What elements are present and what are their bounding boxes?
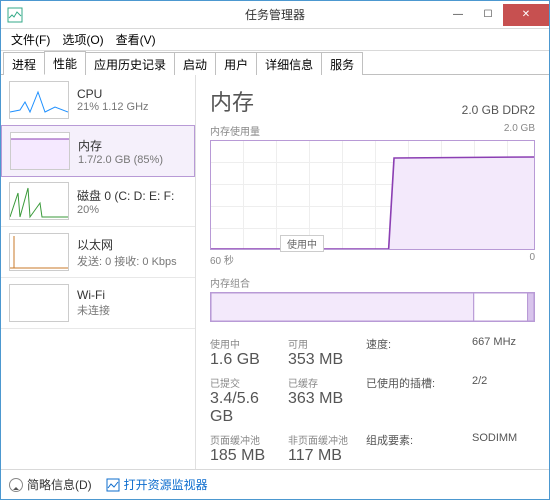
- tab-users[interactable]: 用户: [215, 52, 257, 75]
- tab-startup[interactable]: 启动: [174, 52, 216, 75]
- stat-commit-label: 已提交: [210, 375, 280, 390]
- stat-paged-value: 185 MB: [210, 447, 280, 465]
- content: CPU21% 1.12 GHz 内存1.7/2.0 GB (85%) 磁盘 0 …: [1, 75, 549, 469]
- ethernet-sub: 发送: 0 接收: 0 Kbps: [77, 253, 187, 269]
- cpu-sub: 21% 1.12 GHz: [77, 101, 187, 113]
- cpu-thumb-icon: [9, 81, 69, 119]
- main-panel: 内存 2.0 GB DDR2 内存使用量 2.0 GB 60 秒 使用中 0 内存…: [196, 75, 549, 469]
- stat-speed-value: 667 MHz: [472, 336, 535, 369]
- stat-inuse-label: 使用中: [210, 336, 280, 351]
- monitor-icon: [106, 478, 120, 492]
- usage-max: 2.0 GB: [504, 123, 535, 138]
- titlebar: 任务管理器 — ☐ ✕: [1, 1, 549, 29]
- close-button[interactable]: ✕: [503, 4, 549, 26]
- app-icon: [7, 7, 23, 23]
- window-buttons: — ☐ ✕: [443, 4, 549, 26]
- stat-speed-label: 速度:: [366, 336, 464, 369]
- stat-nonpaged-value: 117 MB: [288, 447, 358, 465]
- tab-performance[interactable]: 性能: [44, 51, 86, 75]
- stat-slots-value: 2/2: [472, 375, 535, 426]
- memory-composition-chart: [210, 292, 535, 322]
- stat-inuse-value: 1.6 GB: [210, 351, 280, 369]
- stat-commit-value: 3.4/5.6 GB: [210, 390, 280, 426]
- disk-thumb-icon: [9, 182, 69, 220]
- sidebar-item-ethernet[interactable]: 以太网发送: 0 接收: 0 Kbps: [1, 227, 195, 278]
- tab-services[interactable]: 服务: [321, 52, 363, 75]
- sidebar-item-disk[interactable]: 磁盘 0 (C: D: E: F:20%: [1, 176, 195, 227]
- wifi-thumb-icon: [9, 284, 69, 322]
- menu-options[interactable]: 选项(O): [56, 29, 109, 50]
- axis-right: 0: [529, 252, 535, 267]
- memory-sub: 1.7/2.0 GB (85%): [78, 154, 186, 166]
- disk-sub: 20%: [77, 204, 187, 216]
- stat-avail-label: 可用: [288, 336, 358, 351]
- menu-file[interactable]: 文件(F): [5, 29, 56, 50]
- resource-monitor-label: 打开资源监视器: [124, 476, 208, 493]
- ethernet-thumb-icon: [9, 233, 69, 271]
- usage-label: 内存使用量: [210, 123, 260, 138]
- wifi-label: Wi-Fi: [77, 288, 187, 302]
- sidebar: CPU21% 1.12 GHz 内存1.7/2.0 GB (85%) 磁盘 0 …: [1, 75, 196, 469]
- wifi-sub: 未连接: [77, 302, 187, 318]
- tabbar: 进程 性能 应用历史记录 启动 用户 详细信息 服务: [1, 51, 549, 75]
- memory-spec: 2.0 GB DDR2: [462, 103, 535, 117]
- stat-avail-value: 353 MB: [288, 351, 358, 369]
- stat-cached-label: 已缓存: [288, 375, 358, 390]
- comp-label: 内存组合: [210, 275, 250, 290]
- footer: 简略信息(D) 打开资源监视器: [1, 469, 549, 499]
- axis-left: 60 秒: [210, 252, 234, 267]
- menubar: 文件(F) 选项(O) 查看(V): [1, 29, 549, 51]
- page-title: 内存: [210, 85, 254, 117]
- chevron-up-icon: [9, 478, 23, 492]
- stat-nonpaged-label: 非页面缓冲池: [288, 432, 358, 447]
- cpu-label: CPU: [77, 87, 187, 101]
- fewer-details-button[interactable]: 简略信息(D): [9, 476, 92, 493]
- tab-processes[interactable]: 进程: [3, 52, 45, 75]
- stat-paged-label: 页面缓冲池: [210, 432, 280, 447]
- stat-cached-value: 363 MB: [288, 390, 358, 408]
- sidebar-item-wifi[interactable]: Wi-Fi未连接: [1, 278, 195, 329]
- maximize-button[interactable]: ☐: [473, 4, 503, 26]
- ethernet-label: 以太网: [77, 236, 187, 253]
- stat-form-value: SODIMM: [472, 432, 535, 465]
- stats-grid: 使用中1.6 GB 可用353 MB 速度: 667 MHz 已提交3.4/5.…: [210, 336, 535, 469]
- memory-label: 内存: [78, 137, 186, 154]
- sidebar-item-cpu[interactable]: CPU21% 1.12 GHz: [1, 75, 195, 126]
- tab-app-history[interactable]: 应用历史记录: [85, 52, 175, 75]
- memory-usage-chart: [210, 140, 535, 250]
- in-use-tag: 使用中: [280, 235, 324, 252]
- minimize-button[interactable]: —: [443, 4, 473, 26]
- disk-label: 磁盘 0 (C: D: E: F:: [77, 187, 187, 204]
- memory-thumb-icon: [10, 132, 70, 170]
- menu-view[interactable]: 查看(V): [110, 29, 162, 50]
- fewer-details-label: 简略信息(D): [27, 476, 92, 493]
- window-title: 任务管理器: [245, 6, 305, 23]
- tab-details[interactable]: 详细信息: [256, 52, 322, 75]
- resource-monitor-link[interactable]: 打开资源监视器: [106, 476, 208, 493]
- stat-form-label: 组成要素:: [366, 432, 464, 465]
- sidebar-item-memory[interactable]: 内存1.7/2.0 GB (85%): [1, 125, 195, 177]
- stat-slots-label: 已使用的插槽:: [366, 375, 464, 426]
